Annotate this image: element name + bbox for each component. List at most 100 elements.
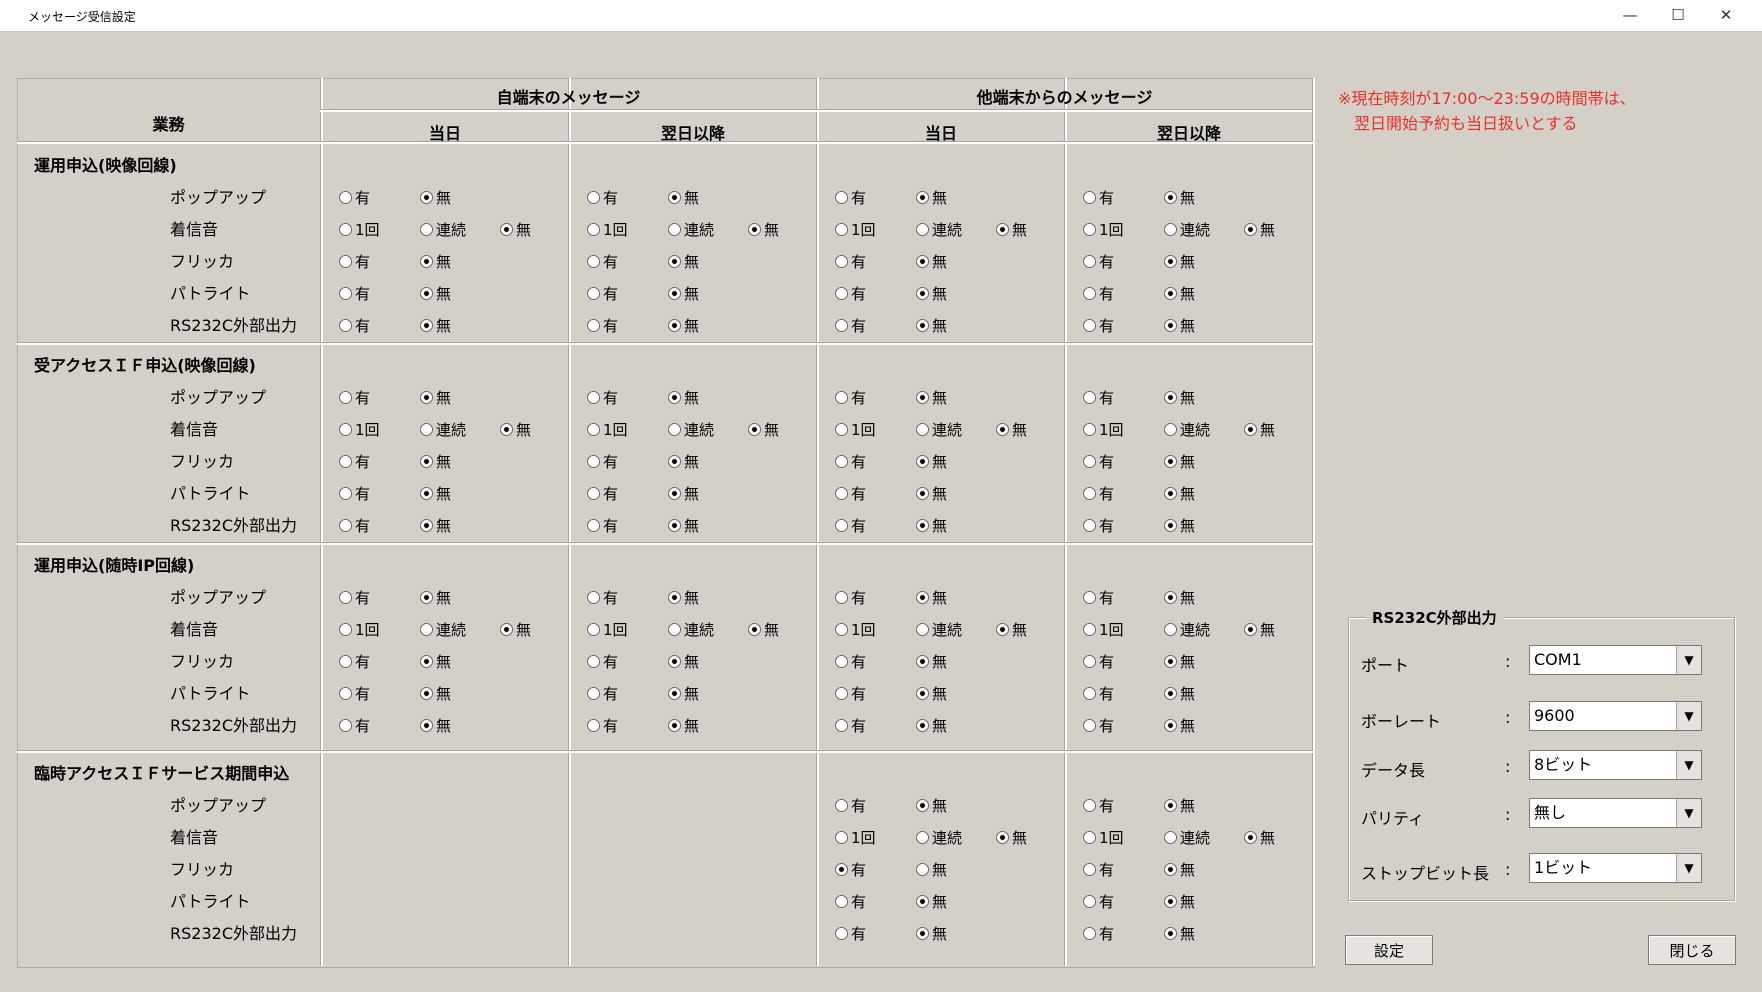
radio-continuous[interactable]: 連続	[1164, 619, 1210, 640]
radio-continuous[interactable]: 連続	[420, 419, 466, 440]
rs232c-select[interactable]: 無し ▼	[1529, 798, 1702, 828]
radio-icon[interactable]	[420, 519, 433, 532]
radio-no[interactable]: 無	[1164, 923, 1195, 944]
radio-none[interactable]: 無	[500, 219, 531, 240]
radio-yes[interactable]: 有	[835, 715, 866, 736]
minimize-icon[interactable]: —	[1610, 2, 1650, 28]
radio-icon[interactable]	[1083, 391, 1096, 404]
radio-icon[interactable]	[996, 423, 1009, 436]
radio-icon[interactable]	[1083, 487, 1096, 500]
radio-icon[interactable]	[1164, 719, 1177, 732]
radio-yes[interactable]: 有	[835, 451, 866, 472]
radio-continuous[interactable]: 連続	[916, 219, 962, 240]
radio-yes[interactable]: 有	[835, 251, 866, 272]
radio-icon[interactable]	[420, 319, 433, 332]
radio-no[interactable]: 無	[1164, 715, 1195, 736]
radio-icon[interactable]	[500, 623, 513, 636]
radio-yes[interactable]: 有	[1083, 451, 1114, 472]
radio-none[interactable]: 無	[748, 619, 779, 640]
radio-icon[interactable]	[668, 591, 681, 604]
radio-yes[interactable]: 有	[1083, 651, 1114, 672]
radio-icon[interactable]	[916, 719, 929, 732]
radio-icon[interactable]	[587, 319, 600, 332]
radio-continuous[interactable]: 連続	[420, 619, 466, 640]
radio-icon[interactable]	[587, 687, 600, 700]
radio-yes[interactable]: 有	[1083, 859, 1114, 880]
radio-icon[interactable]	[1164, 831, 1177, 844]
radio-once[interactable]: 1回	[1083, 419, 1124, 440]
radio-yes[interactable]: 有	[339, 587, 370, 608]
radio-icon[interactable]	[420, 391, 433, 404]
radio-yes[interactable]: 有	[1083, 715, 1114, 736]
radio-none[interactable]: 無	[1244, 219, 1275, 240]
radio-once[interactable]: 1回	[339, 619, 380, 640]
radio-icon[interactable]	[1164, 519, 1177, 532]
radio-none[interactable]: 無	[996, 219, 1027, 240]
radio-none[interactable]: 無	[996, 827, 1027, 848]
radio-no[interactable]: 無	[668, 715, 699, 736]
radio-none[interactable]: 無	[500, 619, 531, 640]
radio-yes[interactable]: 有	[1083, 683, 1114, 704]
radio-icon[interactable]	[587, 591, 600, 604]
radio-yes[interactable]: 有	[339, 515, 370, 536]
radio-icon[interactable]	[668, 287, 681, 300]
radio-icon[interactable]	[1244, 423, 1257, 436]
radio-icon[interactable]	[916, 687, 929, 700]
radio-yes[interactable]: 有	[587, 715, 618, 736]
radio-icon[interactable]	[420, 719, 433, 732]
radio-icon[interactable]	[748, 623, 761, 636]
radio-icon[interactable]	[668, 487, 681, 500]
radio-icon[interactable]	[339, 487, 352, 500]
radio-icon[interactable]	[1164, 423, 1177, 436]
radio-icon[interactable]	[420, 591, 433, 604]
radio-icon[interactable]	[587, 287, 600, 300]
radio-icon[interactable]	[587, 191, 600, 204]
radio-icon[interactable]	[339, 391, 352, 404]
chevron-down-icon[interactable]: ▼	[1676, 854, 1701, 882]
radio-icon[interactable]	[587, 455, 600, 468]
radio-icon[interactable]	[587, 255, 600, 268]
radio-icon[interactable]	[587, 391, 600, 404]
radio-yes[interactable]: 有	[835, 283, 866, 304]
radio-icon[interactable]	[668, 687, 681, 700]
maximize-icon[interactable]: ☐	[1658, 2, 1698, 28]
radio-no[interactable]: 無	[420, 387, 451, 408]
radio-no[interactable]: 無	[420, 683, 451, 704]
radio-once[interactable]: 1回	[339, 419, 380, 440]
radio-icon[interactable]	[668, 223, 681, 236]
radio-yes[interactable]: 有	[587, 251, 618, 272]
radio-icon[interactable]	[916, 319, 929, 332]
radio-no[interactable]: 無	[916, 795, 947, 816]
radio-yes[interactable]: 有	[587, 187, 618, 208]
radio-icon[interactable]	[1083, 895, 1096, 908]
radio-yes[interactable]: 有	[339, 683, 370, 704]
radio-icon[interactable]	[916, 623, 929, 636]
radio-once[interactable]: 1回	[835, 219, 876, 240]
radio-yes[interactable]: 有	[339, 187, 370, 208]
radio-yes[interactable]: 有	[835, 683, 866, 704]
radio-icon[interactable]	[1164, 895, 1177, 908]
radio-no[interactable]: 無	[668, 651, 699, 672]
radio-icon[interactable]	[420, 191, 433, 204]
radio-icon[interactable]	[916, 591, 929, 604]
radio-no[interactable]: 無	[420, 515, 451, 536]
radio-yes[interactable]: 有	[835, 387, 866, 408]
radio-icon[interactable]	[916, 391, 929, 404]
radio-icon[interactable]	[835, 191, 848, 204]
radio-icon[interactable]	[420, 455, 433, 468]
radio-icon[interactable]	[420, 687, 433, 700]
radio-yes[interactable]: 有	[1083, 587, 1114, 608]
radio-icon[interactable]	[1083, 719, 1096, 732]
radio-icon[interactable]	[1164, 487, 1177, 500]
radio-continuous[interactable]: 連続	[668, 619, 714, 640]
radio-icon[interactable]	[1164, 655, 1177, 668]
radio-no[interactable]: 無	[916, 859, 947, 880]
radio-icon[interactable]	[1083, 799, 1096, 812]
radio-once[interactable]: 1回	[587, 219, 628, 240]
radio-icon[interactable]	[1083, 831, 1096, 844]
radio-icon[interactable]	[916, 831, 929, 844]
radio-yes[interactable]: 有	[1083, 923, 1114, 944]
radio-no[interactable]: 無	[1164, 795, 1195, 816]
radio-no[interactable]: 無	[916, 483, 947, 504]
radio-icon[interactable]	[339, 519, 352, 532]
